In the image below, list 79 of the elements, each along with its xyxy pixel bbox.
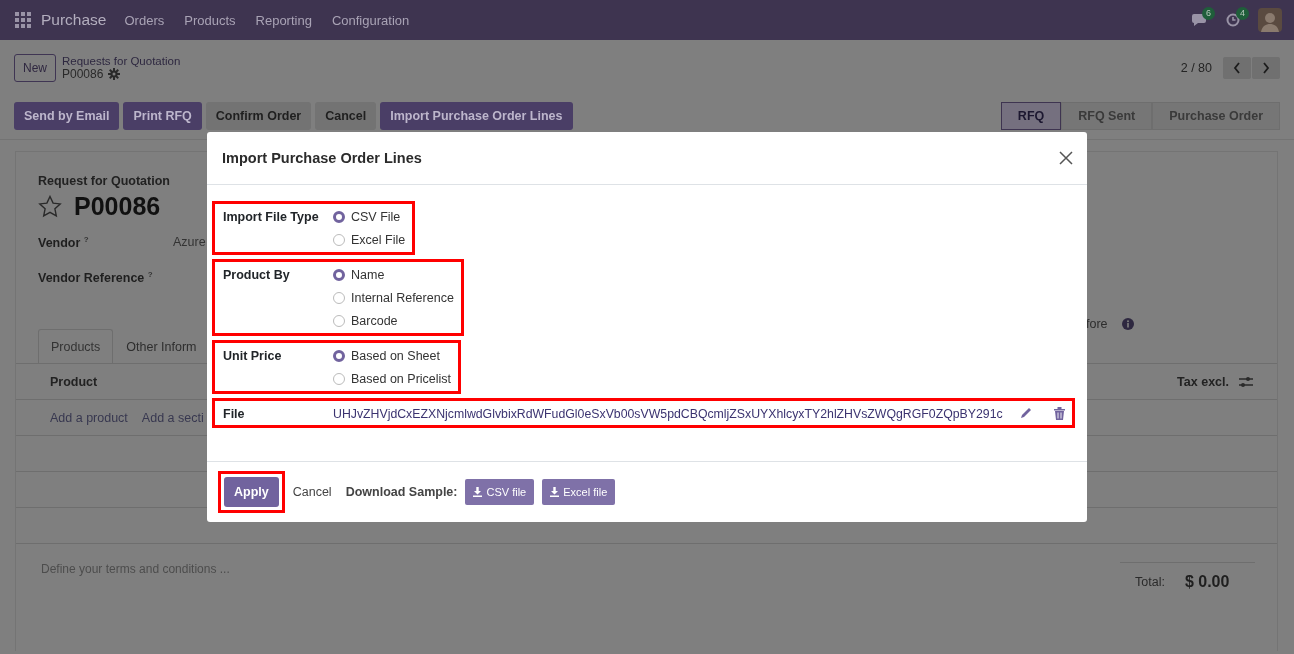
radio-label: Internal Reference <box>351 290 454 305</box>
record-name: P00086 <box>74 192 161 221</box>
action-button[interactable]: Print RFQ <box>123 102 202 130</box>
new-button[interactable]: New <box>14 54 56 82</box>
download-button[interactable]: CSV file <box>465 479 535 505</box>
apps-menu-icon[interactable] <box>15 12 31 28</box>
breadcrumb-current: P00086 <box>62 67 104 81</box>
menu-item[interactable]: Reporting <box>255 12 312 28</box>
field-label: File <box>223 406 246 421</box>
clock-icon[interactable] <box>1226 13 1240 27</box>
message-count-badge: 6 <box>1202 7 1215 20</box>
file-name: UHJvZHVjdCxEZXNjcmlwdGlvbixRdWFudGl0eSxVb00sVW5pdCBQcmljZSxUYXhlcyxTY2hlZHVsZWQgRGF0ZQpBY291c <box>333 406 1004 421</box>
download-button[interactable]: Excel file <box>542 479 616 505</box>
radio-label: Name <box>351 267 385 282</box>
field-label: Product By <box>223 267 291 282</box>
tab[interactable]: Products <box>38 329 114 363</box>
radio-label: Based on Sheet <box>351 348 440 363</box>
pencil-icon[interactable] <box>1019 406 1032 420</box>
download-icon <box>550 487 560 497</box>
tab[interactable]: Other Inform <box>113 329 210 363</box>
menu-item[interactable]: Configuration <box>331 12 410 28</box>
radio-option[interactable]: Internal Reference <box>333 289 454 306</box>
pager-value: 2 / 80 <box>1180 61 1212 75</box>
star-icon[interactable] <box>38 195 62 218</box>
action-button[interactable]: Confirm Order <box>205 102 312 130</box>
activity-count-badge: 4 <box>1236 7 1249 20</box>
dialog-title: Import Purchase Order Lines <box>222 150 422 166</box>
radio-label: Based on Pricelist <box>351 371 452 386</box>
settings-icon[interactable] <box>108 68 121 80</box>
column-header: Tax excl. <box>1177 374 1229 389</box>
chevron-right-icon <box>1262 62 1270 74</box>
radio-label: CSV File <box>351 209 401 224</box>
add-line-link[interactable]: Add a secti <box>141 410 204 425</box>
radio-option[interactable]: Excel File <box>333 231 406 248</box>
radio-option[interactable]: Name <box>333 266 454 283</box>
close-icon <box>1059 151 1073 165</box>
radio-option[interactable]: Based on Pricelist <box>333 370 452 387</box>
total-label: Total: <box>1135 575 1165 589</box>
menu-item[interactable]: Products <box>184 12 236 28</box>
column-settings-icon[interactable] <box>1239 375 1253 388</box>
radio-label: Excel File <box>351 232 406 247</box>
field-label: Vendor $^{?}$ <box>38 235 90 251</box>
next-button[interactable] <box>1252 57 1280 79</box>
radio-button[interactable] <box>333 268 345 281</box>
add-line-link[interactable]: Add a product <box>50 410 128 425</box>
column-header: Product <box>50 374 98 389</box>
total-value: $ 0.00 <box>1184 573 1230 591</box>
field-label: Unit Price <box>223 348 283 363</box>
action-button[interactable]: Cancel <box>315 102 377 130</box>
radio-option[interactable]: Based on Sheet <box>333 347 452 364</box>
radio-option[interactable]: Barcode <box>333 312 454 329</box>
radio-label: Barcode <box>351 313 398 328</box>
user-avatar-icon[interactable] <box>1258 8 1282 32</box>
field-label: Import File Type <box>223 209 320 224</box>
field-label: Vendor Reference $^{?}$ <box>38 270 154 286</box>
form-title-label: Request for Quotation <box>38 174 171 188</box>
download-icon <box>473 487 483 497</box>
status-step[interactable]: RFQ Sent <box>1061 102 1153 130</box>
previous-button[interactable] <box>1223 57 1251 79</box>
apply-button[interactable]: Apply <box>224 477 279 507</box>
info-icon[interactable] <box>1121 318 1134 330</box>
radio-button[interactable] <box>333 349 345 362</box>
menu-item[interactable]: Orders <box>124 12 165 28</box>
breadcrumb-link[interactable]: Requests for Quotation <box>62 55 181 67</box>
cancel-button[interactable]: Cancel <box>292 485 332 499</box>
radio-button[interactable] <box>333 210 345 223</box>
chat-icon[interactable] <box>1192 13 1208 27</box>
download-sample-label: Download Sample: <box>345 485 458 499</box>
close-button[interactable] <box>1057 149 1075 167</box>
trash-icon[interactable] <box>1054 406 1065 420</box>
field-value: Azure <box>173 235 206 249</box>
action-button[interactable]: Import Purchase Order Lines <box>380 102 573 130</box>
action-button[interactable]: Send by Email <box>14 102 120 130</box>
field-label: fore <box>1086 317 1108 331</box>
status-step[interactable]: RFQ <box>1000 102 1062 130</box>
radio-option[interactable]: CSV File <box>333 208 406 225</box>
status-step[interactable]: Purchase Order <box>1152 102 1280 130</box>
app-name[interactable]: Purchase <box>41 11 107 29</box>
chevron-left-icon <box>1233 62 1241 74</box>
